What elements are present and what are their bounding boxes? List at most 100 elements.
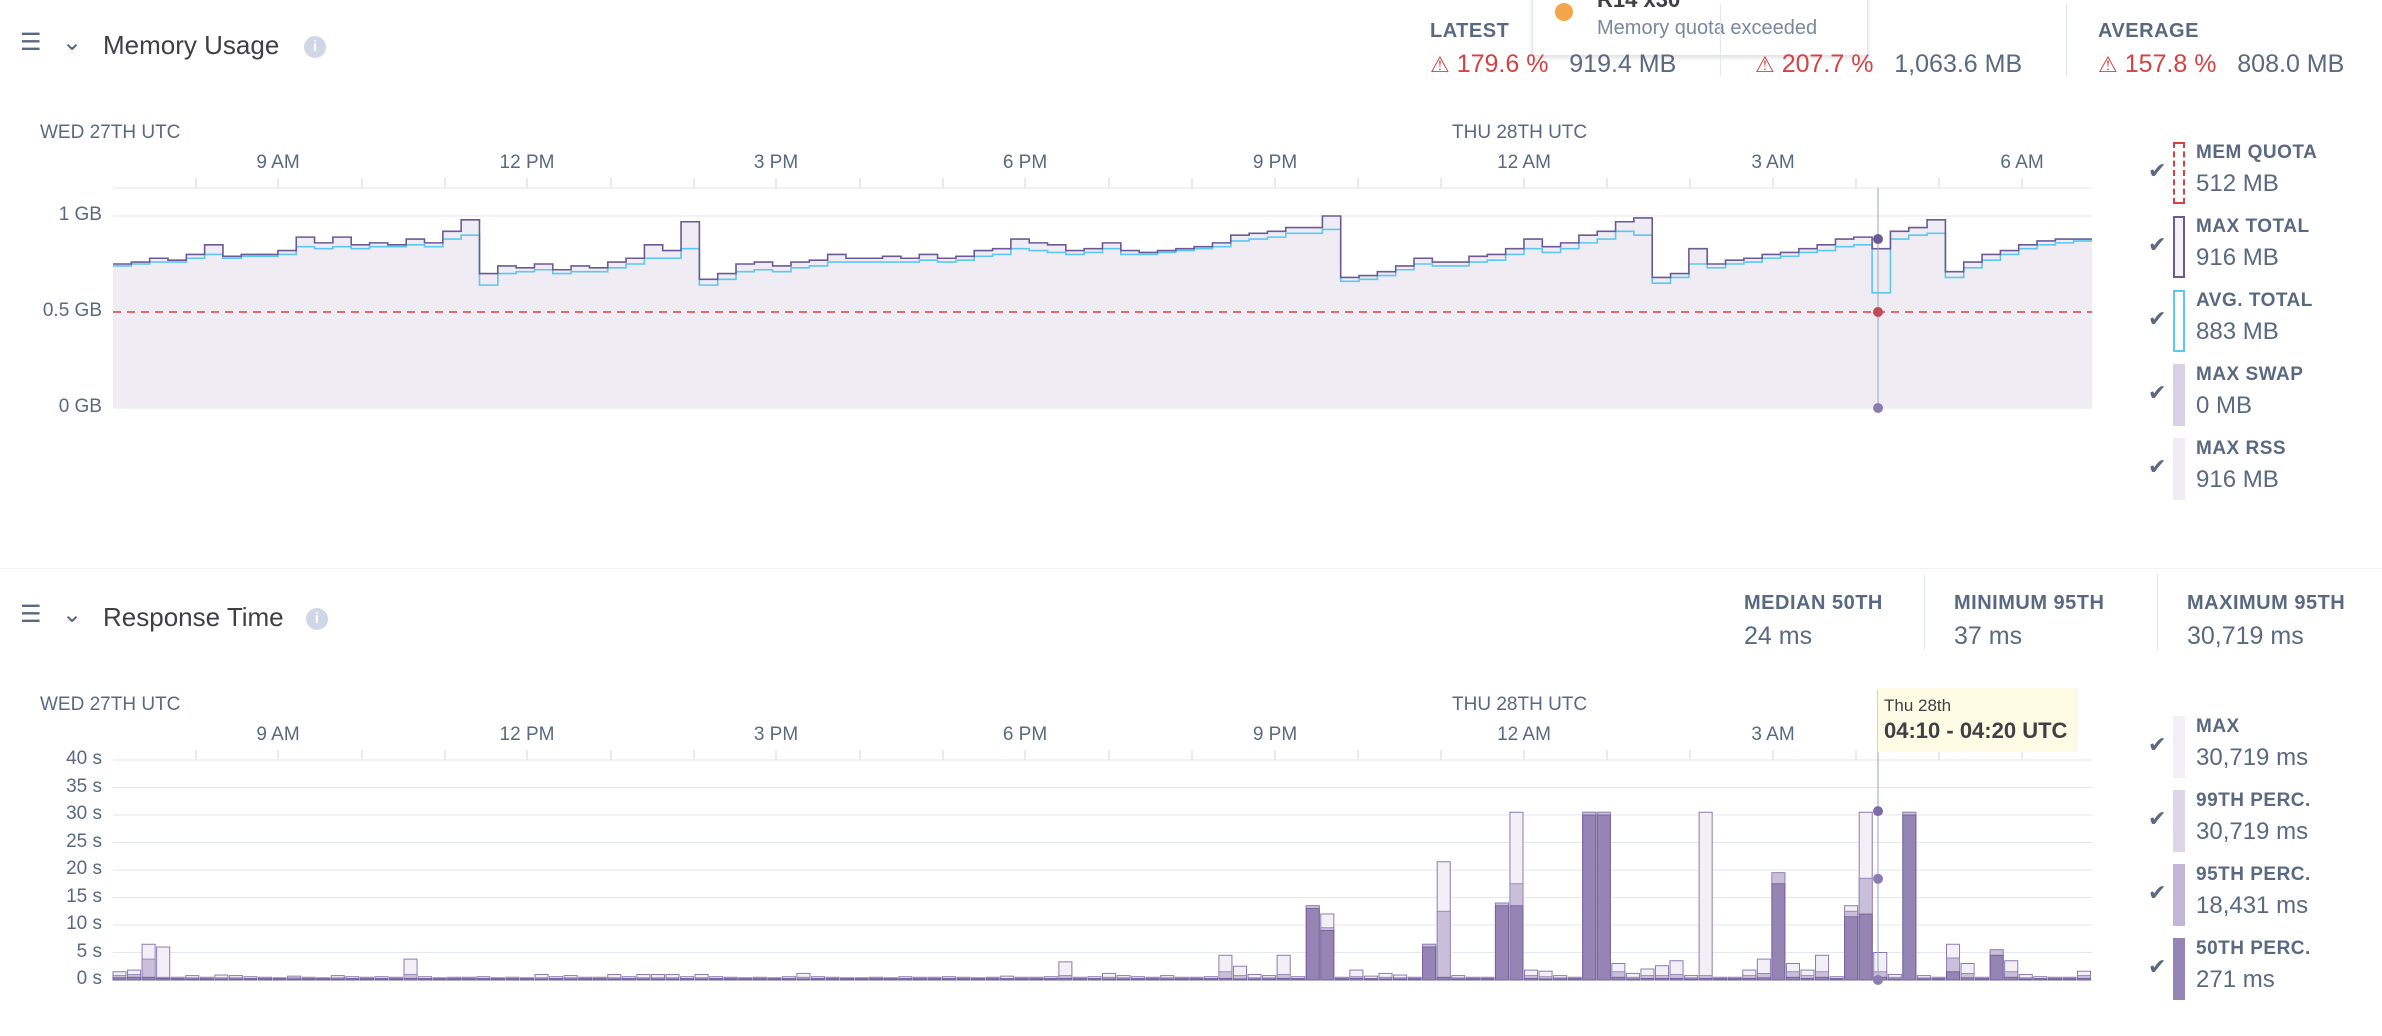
bar-p50 [287,978,302,981]
legend-value: 18,431 ms [2196,892,2309,919]
bar-p50 [1713,978,1728,981]
bar-p50 [1218,977,1233,981]
bar-max [156,946,171,981]
memory-stat-average-value: ⚠ 157.8 % 808.0 MB [2098,50,2345,78]
bar-p50 [330,978,345,981]
bar-p50 [1072,978,1087,981]
p99-swatch [2173,790,2185,852]
bar-p50 [2047,978,2062,981]
legend-label: AVG. TOTAL [2196,290,2313,311]
bar-p50 [2077,977,2091,981]
hover-point-base [1873,975,1883,985]
bar-p50 [258,978,272,981]
legend-max-total[interactable]: ✔ MAX TOTAL 916 MB [2148,216,2378,278]
bar-p50 [1058,977,1073,981]
legend-avg-total[interactable]: ✔ AVG. TOTAL 883 MB [2148,290,2378,352]
bar-p50 [1364,978,1378,981]
bar-p50 [912,978,927,981]
bar-p50 [1131,978,1146,981]
legend-label: 50TH PERC. [2196,938,2311,959]
legend-value: 916 MB [2196,244,2279,271]
bar-p50 [1567,978,1582,981]
bar-p50 [1262,978,1277,981]
bar-p50 [1946,971,1960,981]
legend-99th[interactable]: ✔ 99TH PERC. 30,719 ms [2148,790,2378,852]
bar-p50 [1916,978,1931,981]
bar-p50 [607,978,622,981]
bar-p50 [1698,977,1713,981]
legend-label: MAX [2196,716,2240,737]
check-icon: ✔ [2148,954,2167,979]
bar-p50 [1931,978,1946,981]
bar-p50 [214,978,229,981]
legend-max[interactable]: ✔ MAX 30,719 ms [2148,716,2378,778]
bar-p50 [883,978,898,981]
bar-p50 [461,978,476,981]
bar-p50 [781,978,796,981]
legend-95th[interactable]: ✔ 95TH PERC. 18,431 ms [2148,864,2378,926]
bar-p50 [534,978,549,981]
bar-p50 [389,978,403,981]
bar-p50 [971,978,985,981]
bar-p50 [199,978,214,981]
bar-p50 [505,978,520,981]
bar-p50 [1611,976,1626,981]
response-chart[interactable] [0,0,2100,1036]
bar-p50 [403,977,418,981]
bar-p50 [345,978,360,981]
bar-p50 [1669,977,1684,981]
bar-p50 [1538,978,1553,981]
bar-p50 [1902,814,1917,981]
bar-p50 [1116,978,1131,981]
bar-p50 [141,976,156,981]
bar-p50 [636,978,651,981]
bar-p50 [1174,978,1189,981]
bar-p50 [1276,977,1291,981]
bar-p50 [1160,978,1175,981]
bar-p50 [156,977,171,981]
bar-p50 [825,978,840,981]
bar-p50 [1305,908,1320,981]
quota-swatch [2173,142,2185,204]
bar-p50 [621,978,636,981]
bar-p50 [1087,978,1102,981]
bar-p50 [723,978,738,981]
bar-p50 [680,978,694,981]
legend-mem-quota[interactable]: ✔ MEM QUOTA 512 MB [2148,142,2378,204]
bar-p50 [1509,905,1524,981]
check-icon: ✔ [2148,454,2167,479]
bar-p50 [898,978,913,981]
check-icon: ✔ [2148,232,2167,257]
max-rss-swatch [2173,438,2185,500]
bar-p50 [1858,913,1873,981]
bar-p50 [1014,978,1029,981]
legend-value: 30,719 ms [2196,744,2309,771]
bar-p50 [490,978,505,981]
bar-p50 [1189,978,1204,981]
legend-value: 512 MB [2196,170,2279,197]
bar-p50 [854,978,869,981]
legend-max-swap[interactable]: ✔ MAX SWAP 0 MB [2148,364,2378,426]
bar-p50 [651,978,665,981]
max-swatch [2173,716,2185,778]
bar-p50 [1655,977,1669,981]
response-stat-max95-value: 30,719 ms [2187,622,2304,650]
legend-label: MAX RSS [2196,438,2287,459]
bar-p50 [1436,976,1451,981]
bar-p50 [1524,977,1538,981]
max-swap-swatch [2173,364,2185,426]
bar-p50 [1247,978,1262,981]
bar-p50 [869,978,884,981]
bar-p95 [1436,910,1451,981]
legend-max-rss[interactable]: ✔ MAX RSS 916 MB [2148,438,2378,500]
check-icon: ✔ [2148,806,2167,831]
bar-p50 [956,978,971,981]
bar-p50 [1334,978,1349,981]
legend-value: 271 ms [2196,966,2275,993]
legend-50th[interactable]: ✔ 50TH PERC. 271 ms [2148,938,2378,1000]
bar-p50 [1494,905,1509,981]
bar-p50 [1465,978,1480,981]
check-icon: ✔ [2148,880,2167,905]
legend-label: MAX TOTAL [2196,216,2310,237]
bar-p50 [1320,930,1335,981]
